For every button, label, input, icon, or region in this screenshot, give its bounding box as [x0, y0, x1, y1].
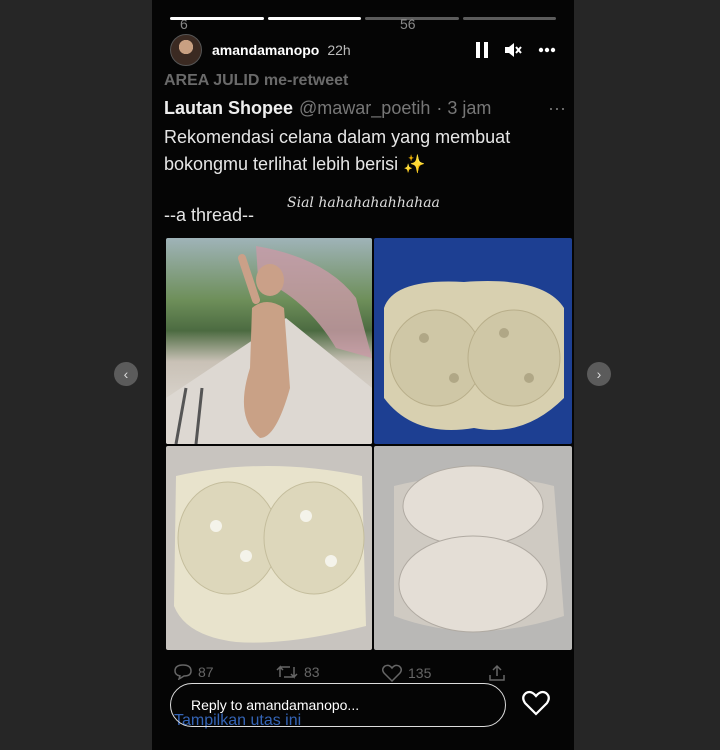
- story-frame: 6 56 amandamanopo 22h AREA JULID me-retw…: [152, 0, 574, 750]
- media-photo-padded-underwear-1: [374, 238, 572, 444]
- tweet-more-icon: ···: [548, 98, 566, 118]
- mute-icon[interactable]: [504, 42, 522, 58]
- retweet-label: AREA JULID me-retweet: [164, 72, 349, 89]
- tweet-body-line: bokongmu terlihat lebih berisi ✨: [164, 154, 426, 174]
- tweet-time: · 3 jam: [436, 98, 492, 118]
- more-icon[interactable]: [538, 47, 556, 53]
- previous-story-button[interactable]: ‹: [114, 362, 138, 386]
- reply-action[interactable]: 87: [174, 664, 214, 680]
- retweet-icon: [276, 665, 298, 679]
- tweet-body-line: Rekomendasi celana dalam yang membuat: [164, 127, 511, 147]
- reply-count: 87: [198, 664, 214, 680]
- avatar[interactable]: [170, 34, 202, 66]
- like-count: 135: [408, 665, 432, 681]
- share-action[interactable]: [488, 664, 506, 682]
- retweet-action[interactable]: 83: [276, 664, 320, 680]
- progress-segment: [267, 17, 361, 20]
- progress-segment: [365, 17, 459, 20]
- story-viewer: ‹ › 6 56 amandamanopo 22h AREA JULID me-…: [0, 0, 720, 750]
- progress-segment: [462, 17, 556, 20]
- media-photo-padded-underwear-3: [374, 446, 572, 650]
- progress-segment: [170, 17, 264, 20]
- heart-icon[interactable]: [522, 690, 550, 716]
- thread-label: --a thread--: [164, 205, 255, 225]
- media-photo-woman: [166, 238, 372, 444]
- story-username[interactable]: amandamanopo: [212, 42, 319, 58]
- story-time: 22h: [327, 42, 351, 58]
- story-progress: [170, 17, 556, 20]
- pause-icon[interactable]: [476, 42, 488, 58]
- previous-tweet-stats: 6 56: [170, 12, 550, 34]
- tweet-actions: 87 83 135: [170, 664, 556, 684]
- retweet-count: 83: [304, 664, 320, 680]
- tweet-author-name: Lautan Shopee: [164, 98, 294, 118]
- reply-input[interactable]: Reply to amandamanopo...: [170, 683, 506, 727]
- like-icon: [382, 664, 402, 682]
- reply-icon: [174, 664, 192, 680]
- story-header: amandamanopo 22h: [170, 32, 556, 68]
- tweet-body: Rekomendasi celana dalam yang membuat bo…: [164, 124, 562, 178]
- chevron-right-icon: ›: [596, 366, 602, 382]
- reply-placeholder: Reply to amandamanopo...: [191, 697, 360, 713]
- tweet-author-handle: @mawar_poetih: [299, 98, 431, 118]
- tweet-header: Lautan Shopee @mawar_poetih · 3 jam ···: [164, 98, 566, 119]
- chevron-left-icon: ‹: [123, 366, 129, 382]
- next-story-button[interactable]: ›: [587, 362, 611, 386]
- handwritten-caption: Sial hahahahahhahaa: [287, 195, 440, 211]
- like-action[interactable]: 135: [382, 664, 431, 682]
- share-icon: [489, 664, 505, 681]
- media-photo-padded-underwear-2: [166, 446, 372, 650]
- tweet-media-grid: [166, 238, 572, 650]
